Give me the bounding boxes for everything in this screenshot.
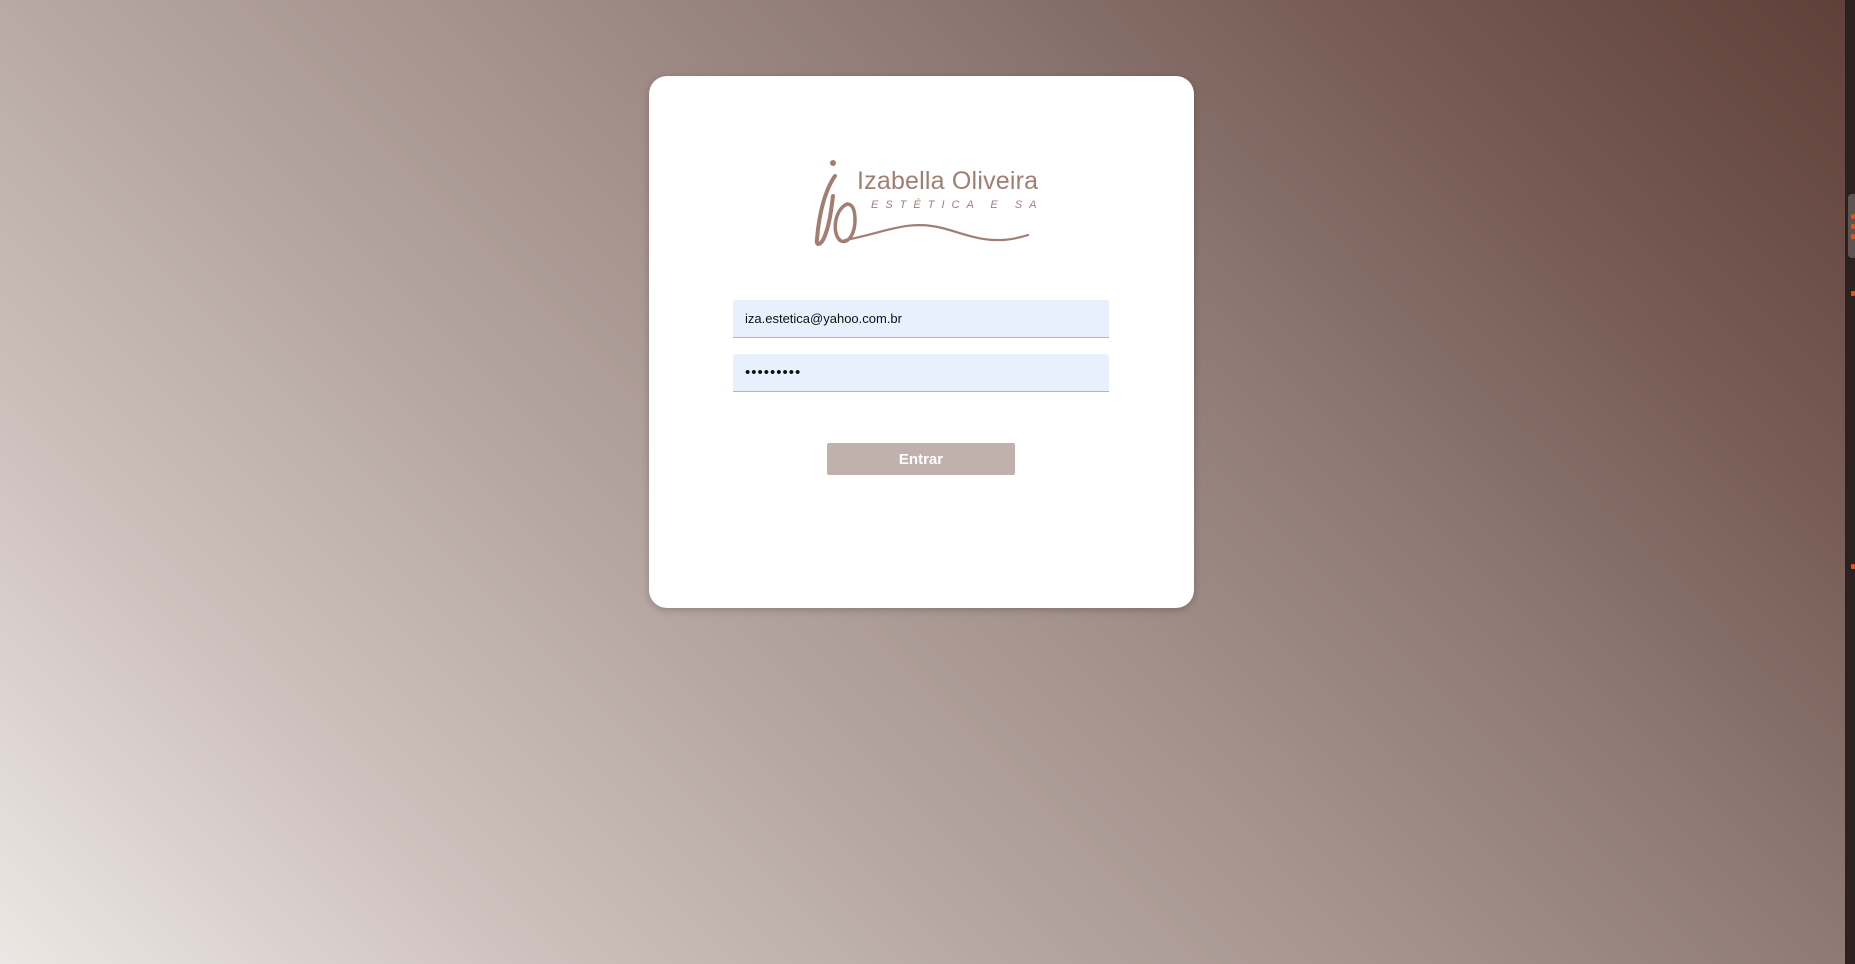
brand-name: Izabella Oliveira: [857, 167, 1038, 195]
login-page: Izabella Oliveira ESTÉTICA E SAÚDE Entra…: [0, 0, 1845, 964]
password-field[interactable]: [733, 354, 1109, 392]
email-field[interactable]: [733, 300, 1109, 338]
scroll-marker-icon: [1851, 291, 1855, 296]
scroll-marker-icon: [1851, 564, 1855, 569]
scroll-marker-icon: [1851, 224, 1855, 229]
scroll-marker-icon: [1851, 214, 1855, 219]
brand-tagline: ESTÉTICA E SAÚDE: [871, 198, 1043, 211]
page-scrollbar[interactable]: [1845, 0, 1855, 964]
login-card: Izabella Oliveira ESTÉTICA E SAÚDE Entra…: [649, 76, 1194, 608]
scroll-marker-icon: [1851, 234, 1855, 239]
login-button[interactable]: Entrar: [827, 443, 1015, 475]
brand-logo: Izabella Oliveira ESTÉTICA E SAÚDE: [807, 158, 1043, 248]
